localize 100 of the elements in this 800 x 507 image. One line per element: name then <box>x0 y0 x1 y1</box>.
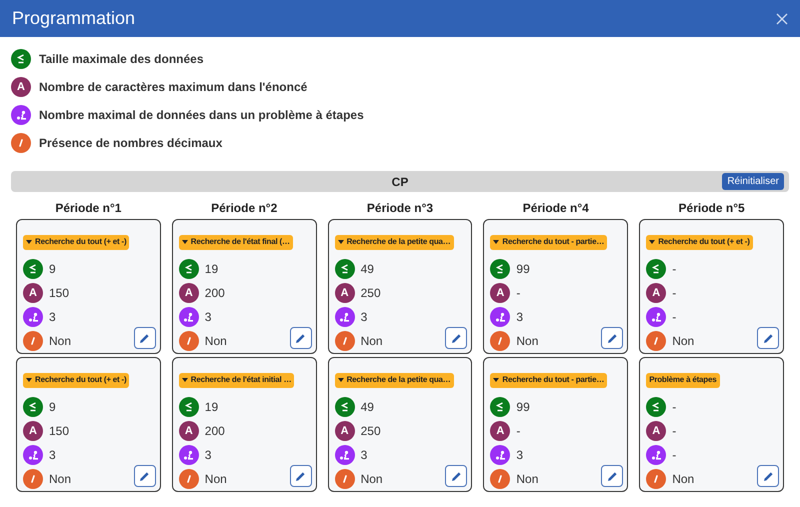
pencil-icon <box>606 332 618 344</box>
criterion-value: Non <box>204 471 227 488</box>
criterion-value: 150 <box>49 285 70 302</box>
criterion-value: Non <box>516 333 538 350</box>
criterion-value: 99 <box>516 399 530 416</box>
pencil-icon <box>450 470 462 482</box>
category-tag[interactable]: Recherche du tout - partie… <box>490 234 608 250</box>
period-title: Période n°5 <box>678 200 746 216</box>
reset-button[interactable]: Réinitialiser <box>722 173 784 190</box>
caret-icon <box>182 378 188 382</box>
caret-icon <box>338 378 344 382</box>
criterion-value: 99 <box>516 261 530 278</box>
edit-button[interactable] <box>134 465 156 487</box>
letter-icon: A <box>23 283 43 303</box>
category-tag[interactable]: Recherche de l'état final (… <box>178 234 293 250</box>
criterion-value: - <box>672 261 676 278</box>
criterion-value: - <box>672 285 676 302</box>
period-title: Période n°3 <box>366 200 434 216</box>
criterion-value: 3 <box>204 447 212 464</box>
criterion-value: - <box>516 285 520 302</box>
criterion-value: - <box>672 399 676 416</box>
caret-icon <box>182 240 188 244</box>
window-title: Programmation <box>12 7 136 30</box>
pencil-icon <box>762 470 774 482</box>
criterion-value: Non <box>672 471 694 488</box>
legend-label: Présence de nombres décimaux <box>39 135 222 152</box>
criterion-value: Non <box>49 333 72 350</box>
edit-button[interactable] <box>601 465 624 487</box>
caret-icon <box>493 240 500 244</box>
criterion-value: 250 <box>360 423 381 440</box>
criterion-value: 200 <box>204 285 225 302</box>
criterion-value: - <box>672 423 676 440</box>
criterion-value: Non <box>204 333 227 350</box>
criterion-value: 250 <box>360 285 381 302</box>
criterion-value: 150 <box>49 423 70 440</box>
criterion-value: Non <box>360 471 383 488</box>
caret-icon <box>26 378 32 382</box>
pencil-icon <box>295 332 306 344</box>
criterion-value: 200 <box>204 423 225 440</box>
letter-icon: A <box>646 283 666 303</box>
category-tag[interactable]: Recherche de l'état initial … <box>178 372 294 388</box>
category-tag[interactable]: Recherche de la petite qua… <box>334 234 454 250</box>
pencil-icon <box>139 470 150 482</box>
pencil-icon <box>139 332 150 344</box>
criterion-value: 3 <box>360 447 368 464</box>
criterion-value: 3 <box>204 309 212 326</box>
letter-icon: A <box>490 283 510 303</box>
letter-icon: A <box>178 283 199 303</box>
category-tag[interactable]: Recherche du tout - partie… <box>490 372 608 388</box>
pencil-icon <box>450 332 462 344</box>
letter-icon: A <box>646 421 666 441</box>
letter-icon: A <box>490 421 510 441</box>
close-icon <box>776 12 788 24</box>
letter-icon: A <box>23 421 43 441</box>
letter-icon: A <box>334 421 355 441</box>
category-tag[interactable]: Recherche du tout (+ et -) <box>23 372 130 388</box>
legend-label: Nombre maximal de données dans un problème à étapes <box>39 107 364 124</box>
letter-icon: A <box>334 283 355 303</box>
category-tag[interactable]: Recherche du tout (+ et -) <box>646 234 753 250</box>
period-title: Période n°2 <box>210 200 278 216</box>
edit-button[interactable] <box>290 465 312 487</box>
letter-icon: A <box>11 77 31 97</box>
pencil-icon <box>606 470 618 482</box>
criterion-value: Non <box>672 333 694 350</box>
edit-button[interactable] <box>757 327 779 349</box>
criterion-value: Non <box>360 333 383 350</box>
criterion-value: 9 <box>49 399 56 416</box>
criterion-value: - <box>516 423 520 440</box>
criterion-value: 49 <box>360 399 374 416</box>
legend-label: Taille maximale des données <box>39 51 204 68</box>
criterion-value: 9 <box>49 261 56 278</box>
criterion-value: 49 <box>360 261 374 278</box>
letter-icon: A <box>178 421 199 441</box>
edit-button[interactable] <box>445 465 468 487</box>
criterion-value: 3 <box>516 309 524 326</box>
category-tag[interactable]: Recherche de la petite qua… <box>334 372 454 388</box>
period-title: Période n°1 <box>54 200 122 216</box>
edit-button[interactable] <box>134 327 156 349</box>
criterion-value: 19 <box>204 399 218 416</box>
category-tag[interactable]: Recherche du tout (+ et -) <box>23 234 130 250</box>
edit-button[interactable] <box>757 465 779 487</box>
criterion-value: - <box>672 447 676 464</box>
edit-button[interactable] <box>290 327 312 349</box>
edit-button[interactable] <box>601 327 624 349</box>
caret-icon <box>649 240 656 244</box>
criterion-value: 3 <box>49 447 56 464</box>
criterion-value: 19 <box>204 261 218 278</box>
criterion-value: 3 <box>360 309 368 326</box>
criterion-value: 3 <box>49 309 56 326</box>
criterion-value: 3 <box>516 447 524 464</box>
caret-icon <box>338 240 344 244</box>
caret-icon <box>493 378 500 382</box>
close-button[interactable] <box>774 10 790 26</box>
legend-label: Nombre de caractères maximum dans l'énoncé <box>39 79 308 96</box>
section-title: CP <box>392 174 408 190</box>
pencil-icon <box>762 332 774 344</box>
category-tag[interactable]: Problème à étapes <box>646 372 720 388</box>
pencil-icon <box>295 470 306 482</box>
criterion-value: - <box>672 309 676 326</box>
edit-button[interactable] <box>445 327 468 349</box>
